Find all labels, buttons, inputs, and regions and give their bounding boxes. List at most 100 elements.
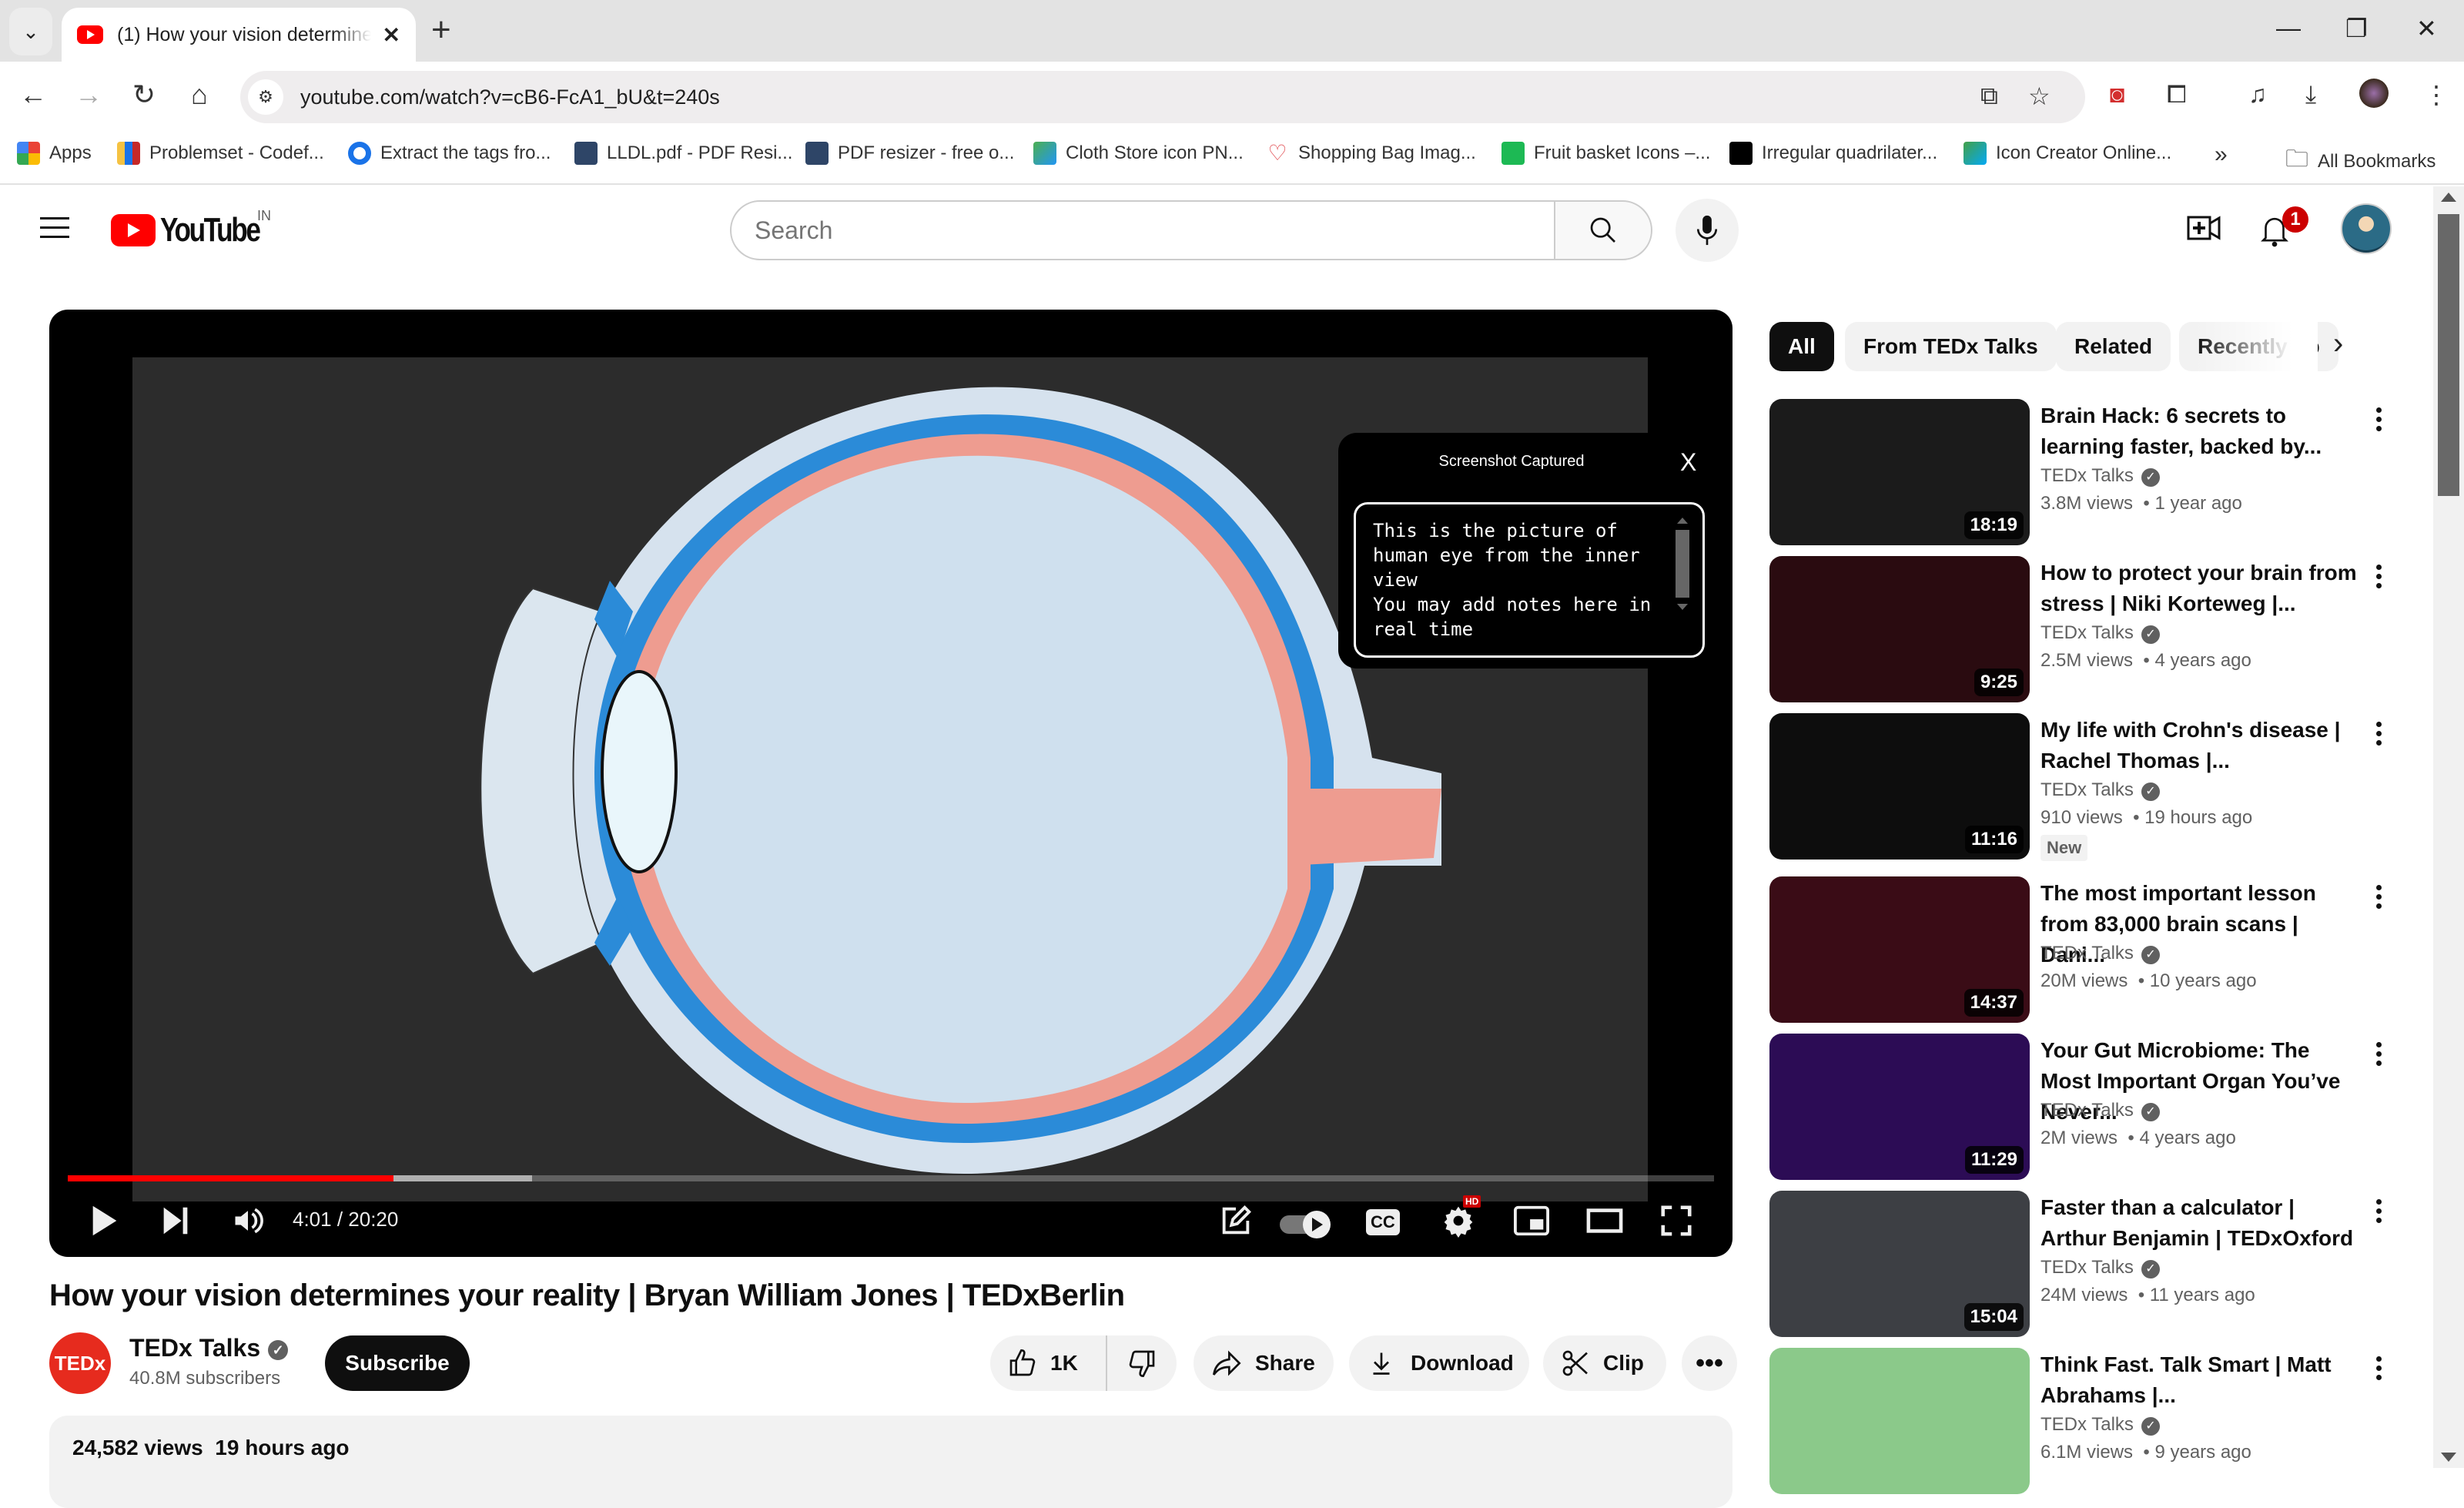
- bookmark-item[interactable]: Irregular quadrilater...: [1729, 142, 1937, 165]
- more-options-icon[interactable]: [2367, 1195, 2390, 1234]
- site-info-icon[interactable]: ⚙: [248, 79, 283, 115]
- extensions-puzzle-icon[interactable]: ⧠: [2167, 80, 2187, 109]
- bookmark-item[interactable]: PDF resizer - free o...: [805, 142, 1014, 165]
- seek-bar[interactable]: [68, 1175, 1714, 1181]
- settings-button[interactable]: HD: [1441, 1195, 1481, 1242]
- next-button[interactable]: [160, 1203, 191, 1242]
- autoplay-toggle[interactable]: [1278, 1209, 1335, 1244]
- like-button[interactable]: 1K: [990, 1335, 1106, 1391]
- address-bar[interactable]: ⚙ youtube.com/watch?v=cB6-FcA1_bU&t=240s…: [240, 71, 2085, 123]
- theater-mode-button[interactable]: [1585, 1203, 1625, 1242]
- recommendation-item[interactable]: Think Fast. Talk Smart | Matt Abrahams |…: [1769, 1348, 2416, 1494]
- bookmark-item[interactable]: LLDL.pdf - PDF Resi...: [574, 142, 792, 165]
- tab-search-button[interactable]: ⌄: [9, 8, 52, 55]
- video-thumbnail[interactable]: 11:16: [1769, 713, 2030, 860]
- bookmark-item[interactable]: Extract the tags fro...: [348, 142, 551, 165]
- recommendation-channel[interactable]: TEDx Talks ✓: [2040, 1257, 2160, 1278]
- bookmark-item[interactable]: Cloth Store icon PN...: [1033, 142, 1244, 165]
- popup-close-button[interactable]: X: [1680, 448, 1696, 477]
- video-thumbnail[interactable]: 14:37: [1769, 876, 2030, 1023]
- notes-edit-button[interactable]: [1218, 1203, 1254, 1242]
- recommendation-channel[interactable]: TEDx Talks ✓: [2040, 943, 2160, 964]
- page-scrollbar[interactable]: [2433, 186, 2464, 1468]
- window-close-button[interactable]: ✕: [2416, 14, 2437, 43]
- notes-textarea[interactable]: This is the picture of human eye from th…: [1354, 502, 1705, 658]
- account-avatar[interactable]: [2341, 203, 2392, 254]
- recommendation-item[interactable]: 15:04 Faster than a calculator | Arthur B…: [1769, 1191, 2416, 1337]
- bookmark-star-icon[interactable]: ☆: [2028, 82, 2051, 111]
- reload-button[interactable]: ↻: [126, 79, 162, 111]
- scroll-down-arrow-icon[interactable]: [2441, 1453, 2456, 1462]
- chip-all[interactable]: All: [1769, 322, 1834, 371]
- minimize-button[interactable]: —: [2276, 14, 2301, 42]
- restore-button[interactable]: ❐: [2345, 14, 2368, 43]
- more-options-icon[interactable]: [2367, 561, 2390, 599]
- recommendation-item[interactable]: 18:19 Brain Hack: 6 secrets to learning f…: [1769, 399, 2416, 545]
- recommendation-title[interactable]: My life with Crohn's disease | Rachel Th…: [2040, 715, 2364, 776]
- description-box[interactable]: 24,582 views 19 hours ago: [49, 1416, 1732, 1508]
- url-text[interactable]: youtube.com/watch?v=cB6-FcA1_bU&t=240s: [300, 85, 720, 109]
- notes-scrollbar[interactable]: [1672, 513, 1692, 652]
- channel-avatar[interactable]: TEDx: [49, 1332, 111, 1394]
- captions-button[interactable]: CC: [1366, 1209, 1400, 1235]
- forward-button[interactable]: →: [71, 79, 106, 111]
- search-input[interactable]: [730, 200, 1555, 260]
- back-button[interactable]: ←: [15, 79, 51, 111]
- recommendation-item[interactable]: 11:29 Your Gut Microbiome: The Most Impor…: [1769, 1034, 2416, 1180]
- more-options-icon[interactable]: [2367, 404, 2390, 442]
- recommendation-channel[interactable]: TEDx Talks ✓: [2040, 622, 2160, 644]
- voice-search-button[interactable]: [1676, 199, 1739, 262]
- notifications-button[interactable]: 1: [2259, 206, 2308, 252]
- download-button[interactable]: Download: [1349, 1335, 1529, 1391]
- video-thumbnail[interactable]: 18:19: [1769, 399, 2030, 545]
- clip-button[interactable]: Clip: [1543, 1335, 1666, 1391]
- all-bookmarks-button[interactable]: 🗀 All Bookmarks: [2285, 142, 2436, 181]
- miniplayer-button[interactable]: [1512, 1203, 1551, 1242]
- recommendation-item[interactable]: 14:37 The most important lesson from 83,0…: [1769, 876, 2416, 1023]
- channel-name[interactable]: TEDx Talks ✓: [129, 1334, 289, 1362]
- bookmark-apps[interactable]: Apps: [17, 142, 92, 165]
- browser-tab-active[interactable]: (1) How your vision determines your real…: [62, 8, 416, 62]
- recommendation-title[interactable]: Brain Hack: 6 secrets to learning faster…: [2040, 400, 2364, 462]
- menu-hamburger-icon[interactable]: [40, 217, 69, 240]
- subscribe-button[interactable]: Subscribe: [325, 1335, 470, 1391]
- bookmarks-overflow-button[interactable]: »: [2215, 142, 2228, 168]
- recommendation-channel[interactable]: TEDx Talks ✓: [2040, 1100, 2160, 1121]
- recommendation-title[interactable]: Think Fast. Talk Smart | Matt Abrahams |…: [2040, 1349, 2364, 1411]
- play-button[interactable]: [89, 1203, 120, 1242]
- recommendation-channel[interactable]: TEDx Talks ✓: [2040, 1414, 2160, 1436]
- video-thumbnail[interactable]: 9:25: [1769, 556, 2030, 702]
- search-button[interactable]: [1554, 200, 1652, 260]
- bookmark-item[interactable]: Icon Creator Online...: [1964, 142, 2171, 165]
- dislike-button[interactable]: [1106, 1335, 1177, 1391]
- recommendation-item[interactable]: 9:25 How to protect your brain from stres…: [1769, 556, 2416, 702]
- home-button[interactable]: ⌂: [182, 79, 217, 111]
- scroll-up-arrow-icon[interactable]: [2441, 193, 2456, 202]
- fullscreen-button[interactable]: [1659, 1203, 1694, 1242]
- chip-related[interactable]: Related: [2056, 322, 2171, 371]
- bookmark-item[interactable]: ♡ Shopping Bag Imag...: [1266, 142, 1475, 165]
- video-thumbnail[interactable]: 15:04: [1769, 1191, 2030, 1337]
- tab-close-button[interactable]: ✕: [383, 22, 400, 48]
- recommendation-title[interactable]: How to protect your brain from stress | …: [2040, 558, 2364, 619]
- chip-from-tedx-talks[interactable]: From TEDx Talks: [1845, 322, 2057, 371]
- recommendation-channel[interactable]: TEDx Talks ✓: [2040, 465, 2160, 487]
- downloads-icon[interactable]: ⤓: [2305, 80, 2316, 109]
- recommendation-title[interactable]: Faster than a calculator | Arthur Benjam…: [2040, 1192, 2364, 1254]
- new-tab-button[interactable]: +: [431, 11, 451, 49]
- more-options-icon[interactable]: [2367, 718, 2390, 756]
- open-in-app-icon[interactable]: ⧉: [1980, 82, 1998, 111]
- recommendation-item[interactable]: 11:16 My life with Crohn's disease | Rach…: [1769, 713, 2416, 861]
- video-thumbnail[interactable]: 11:29: [1769, 1034, 2030, 1180]
- profile-avatar[interactable]: [2359, 79, 2389, 108]
- chips-next-chevron-icon[interactable]: ›: [2333, 327, 2343, 361]
- more-options-icon[interactable]: [2367, 881, 2390, 920]
- recommendation-channel[interactable]: TEDx Talks ✓: [2040, 779, 2160, 801]
- scrollbar-thumb[interactable]: [2438, 214, 2459, 496]
- media-control-icon[interactable]: ♫: [2248, 80, 2267, 109]
- more-options-icon[interactable]: [2367, 1352, 2390, 1391]
- more-actions-button[interactable]: •••: [1682, 1335, 1737, 1391]
- screenshot-extension-icon[interactable]: ◙: [2110, 80, 2124, 109]
- chrome-menu-icon[interactable]: ⋮: [2424, 80, 2449, 109]
- bookmark-item[interactable]: Fruit basket Icons –...: [1502, 142, 1710, 165]
